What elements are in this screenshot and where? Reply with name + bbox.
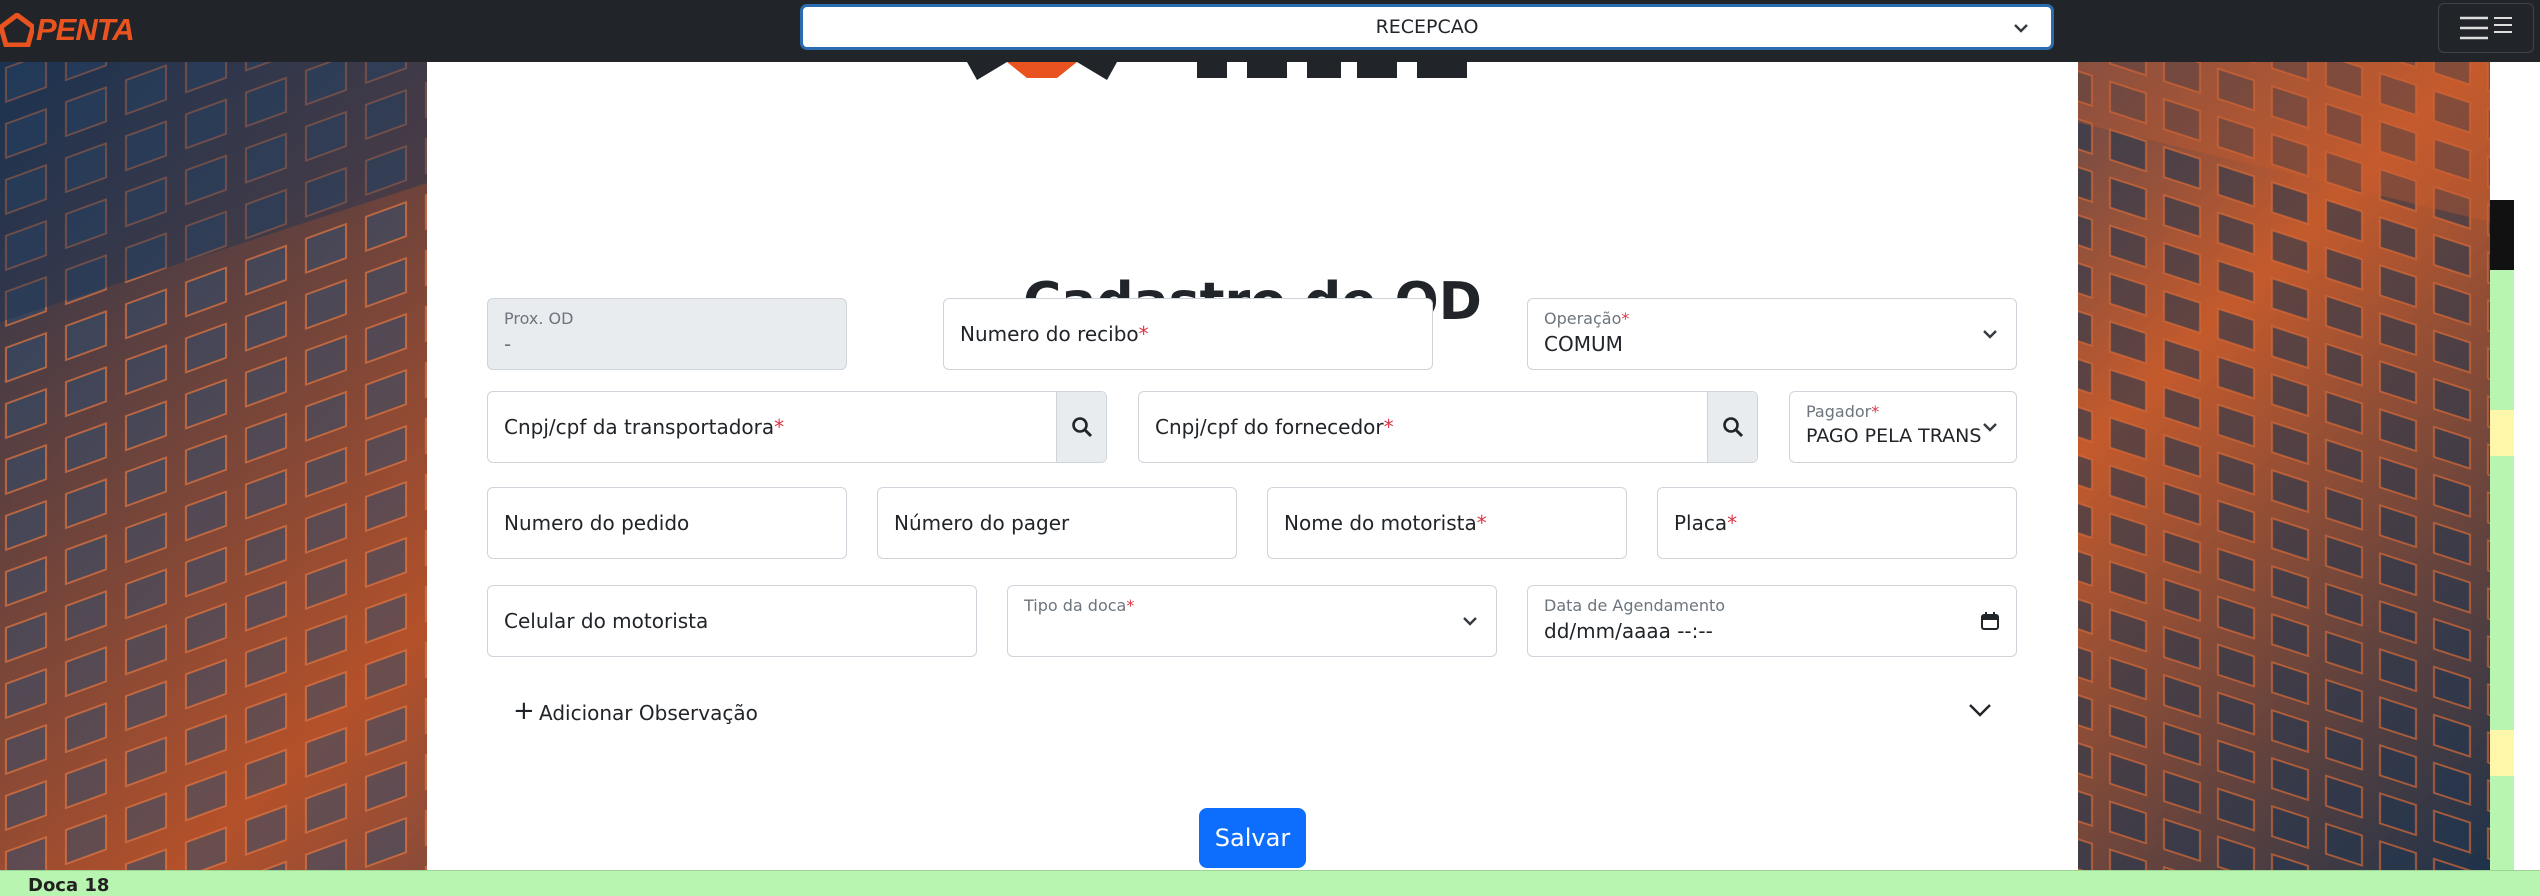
numero-pager-input[interactable]: Número do pager bbox=[877, 487, 1237, 559]
cnpj-transportadora-placeholder: Cnpj/cpf da transportadora* bbox=[504, 415, 785, 439]
pagador-select[interactable]: Pagador* PAGO PELA TRANS bbox=[1789, 391, 2017, 463]
plus-icon: + bbox=[513, 696, 535, 726]
chevron-down-icon bbox=[1969, 704, 1991, 717]
prox-od-value: - bbox=[504, 332, 512, 356]
tipo-doca-select[interactable]: Tipo da doca* bbox=[1007, 585, 1497, 657]
card-logo bbox=[967, 62, 1467, 80]
add-observacao-toggle[interactable]: + Adicionar Observação bbox=[513, 694, 1993, 734]
sector-select[interactable]: RECEPCAO bbox=[800, 4, 2054, 50]
operacao-label: Operação* bbox=[1544, 309, 1630, 328]
search-icon bbox=[1071, 417, 1092, 438]
menu-toggle-button[interactable] bbox=[2438, 3, 2534, 53]
numero-recibo-input[interactable]: Numero do recibo* bbox=[943, 298, 1433, 370]
data-agendamento-label: Data de Agendamento bbox=[1544, 596, 1726, 615]
nome-motorista-placeholder: Nome do motorista* bbox=[1284, 511, 1487, 535]
chevron-down-icon bbox=[1463, 617, 1477, 626]
cnpj-transportadora-input[interactable]: Cnpj/cpf da transportadora* bbox=[487, 391, 1107, 463]
search-transportadora-button[interactable] bbox=[1056, 392, 1106, 462]
numero-pager-placeholder: Número do pager bbox=[894, 511, 1070, 535]
table-row: Doca 18 bbox=[0, 870, 2540, 896]
chevron-down-icon bbox=[2014, 24, 2028, 33]
numero-pedido-placeholder: Numero do pedido bbox=[504, 511, 690, 535]
chevron-down-icon bbox=[1983, 423, 1997, 432]
background-table-panel bbox=[2490, 62, 2540, 870]
nome-motorista-input[interactable]: Nome do motorista* bbox=[1267, 487, 1627, 559]
prox-od-label: Prox. OD bbox=[504, 309, 574, 328]
pagador-label: Pagador* bbox=[1806, 402, 1880, 421]
placa-input[interactable]: Placa* bbox=[1657, 487, 2017, 559]
data-agendamento-value: dd/mm/aaaa --:-- bbox=[1544, 619, 1713, 643]
hamburger-menu-icon bbox=[2460, 16, 2512, 40]
placa-placeholder: Placa* bbox=[1674, 511, 1738, 535]
celular-motorista-input[interactable]: Celular do motorista bbox=[487, 585, 977, 657]
operacao-value: COMUM bbox=[1544, 332, 1623, 356]
logo-text: PENTA bbox=[36, 12, 135, 47]
table-row-green bbox=[2490, 776, 2514, 870]
brand-logo[interactable]: PENTA bbox=[0, 10, 135, 50]
doca-label: Doca 18 bbox=[28, 875, 110, 896]
pagador-value: PAGO PELA TRANS bbox=[1806, 425, 1982, 447]
table-header-cell bbox=[2490, 200, 2514, 270]
table-row-yellow bbox=[2490, 730, 2514, 776]
sector-select-value: RECEPCAO bbox=[1375, 16, 1479, 38]
numero-recibo-placeholder: Numero do recibo* bbox=[960, 322, 1149, 346]
od-form-card: Cadastro de OD Prox. OD - Numero do reci… bbox=[427, 62, 2078, 870]
prox-od-field: Prox. OD - bbox=[487, 298, 847, 370]
data-agendamento-input[interactable]: Data de Agendamento dd/mm/aaaa --:-- bbox=[1527, 585, 2017, 657]
numero-pedido-input[interactable]: Numero do pedido bbox=[487, 487, 847, 559]
add-observacao-label: Adicionar Observação bbox=[539, 701, 758, 725]
cnpj-fornecedor-input[interactable]: Cnpj/cpf do fornecedor* bbox=[1138, 391, 1758, 463]
operacao-select[interactable]: Operação* COMUM bbox=[1527, 298, 2017, 370]
search-fornecedor-button[interactable] bbox=[1707, 392, 1757, 462]
tipo-doca-label: Tipo da doca* bbox=[1024, 596, 1135, 615]
search-icon bbox=[1722, 417, 1743, 438]
logo-house-icon bbox=[0, 13, 34, 47]
table-row-green bbox=[2490, 270, 2514, 410]
cnpj-fornecedor-placeholder: Cnpj/cpf do fornecedor* bbox=[1155, 415, 1394, 439]
chevron-down-icon bbox=[1983, 330, 1997, 339]
save-button[interactable]: Salvar bbox=[1199, 808, 1306, 868]
table-row-yellow bbox=[2490, 410, 2514, 456]
celular-motorista-placeholder: Celular do motorista bbox=[504, 609, 709, 633]
navbar: PENTA RECEPCAO bbox=[0, 0, 2540, 62]
calendar-icon[interactable] bbox=[1980, 611, 2000, 631]
